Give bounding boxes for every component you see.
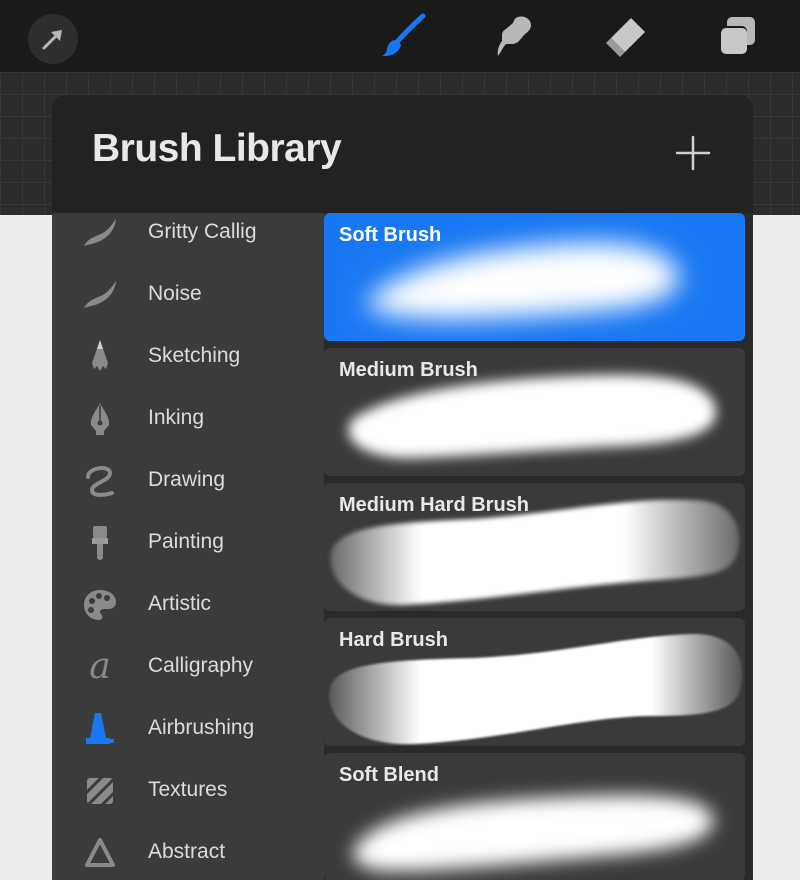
triangle-icon	[80, 833, 120, 873]
sidebar-item-calligraphy[interactable]: a Calligraphy	[52, 636, 324, 698]
sidebar-item-abstract[interactable]: Abstract	[52, 822, 324, 880]
brush-name: Soft Blend	[339, 764, 439, 786]
sidebar-item-label: Textures	[148, 778, 228, 801]
stroke-swoosh-icon	[80, 275, 120, 315]
brush-set-sidebar: Gritty Callig Noise Sketching Inking Dra…	[52, 213, 324, 880]
modify-arrow-icon[interactable]	[28, 14, 78, 64]
layers-icon[interactable]	[712, 12, 760, 60]
sidebar-item-noise[interactable]: Noise	[52, 264, 324, 326]
sidebar-item-airbrushing[interactable]: Airbrushing	[52, 698, 324, 760]
plus-icon[interactable]	[673, 133, 713, 173]
sidebar-item-label: Inking	[148, 406, 205, 429]
sidebar-item-label: Abstract	[148, 840, 226, 863]
sidebar-item-sketching[interactable]: Sketching	[52, 326, 324, 388]
sidebar-item-label: Calligraphy	[148, 654, 254, 677]
script-a-icon: a	[89, 646, 111, 687]
brush-card-medium-brush[interactable]: Medium Brush	[324, 348, 745, 476]
brush-list: Soft Brush Medium Brush Medium Hard Brus…	[324, 213, 753, 880]
sidebar-item-textures[interactable]: Textures	[52, 760, 324, 822]
stroke-swoosh-icon	[80, 213, 120, 253]
sidebar-item-label: Airbrushing	[148, 716, 255, 739]
sidebar-item-label: Painting	[148, 530, 224, 553]
paint-brush-icon	[80, 523, 120, 563]
brush-library-panel: Brush Library Gritty Callig Noise Sketch…	[52, 95, 753, 880]
sidebar-item-drawing[interactable]: Drawing	[52, 450, 324, 512]
sidebar-item-label: Gritty Callig	[148, 220, 257, 243]
top-toolbar	[0, 0, 800, 72]
textures-icon	[80, 771, 120, 811]
airbrush-icon	[80, 709, 120, 749]
sidebar-item-gritty-callig[interactable]: Gritty Callig	[52, 202, 324, 264]
sidebar-item-label: Drawing	[148, 468, 226, 491]
brush-name: Medium Brush	[339, 359, 478, 381]
eraser-icon[interactable]	[602, 12, 650, 60]
brush-icon[interactable]	[380, 12, 428, 60]
sidebar-item-label: Sketching	[148, 344, 241, 367]
pen-nib-icon	[80, 399, 120, 439]
panel-header: Brush Library	[52, 95, 753, 213]
pencil-tip-icon	[80, 337, 120, 377]
sidebar-item-painting[interactable]: Painting	[52, 512, 324, 574]
squiggle-icon	[80, 461, 120, 501]
brush-card-hard-brush[interactable]: Hard Brush	[324, 618, 745, 746]
brush-card-soft-blend[interactable]: Soft Blend	[324, 753, 745, 880]
sidebar-item-inking[interactable]: Inking	[52, 388, 324, 450]
brush-card-soft-brush[interactable]: Soft Brush	[324, 213, 745, 341]
smudge-icon[interactable]	[490, 12, 538, 60]
brush-card-medium-hard-brush[interactable]: Medium Hard Brush	[324, 483, 745, 611]
brush-name: Medium Hard Brush	[339, 494, 530, 516]
brush-name: Soft Brush	[339, 224, 442, 246]
brush-name: Hard Brush	[339, 629, 448, 651]
panel-title: Brush Library	[92, 127, 342, 170]
sidebar-item-label: Artistic	[148, 592, 211, 615]
sidebar-item-artistic[interactable]: Artistic	[52, 574, 324, 636]
palette-icon	[80, 585, 120, 625]
sidebar-item-label: Noise	[148, 282, 202, 305]
